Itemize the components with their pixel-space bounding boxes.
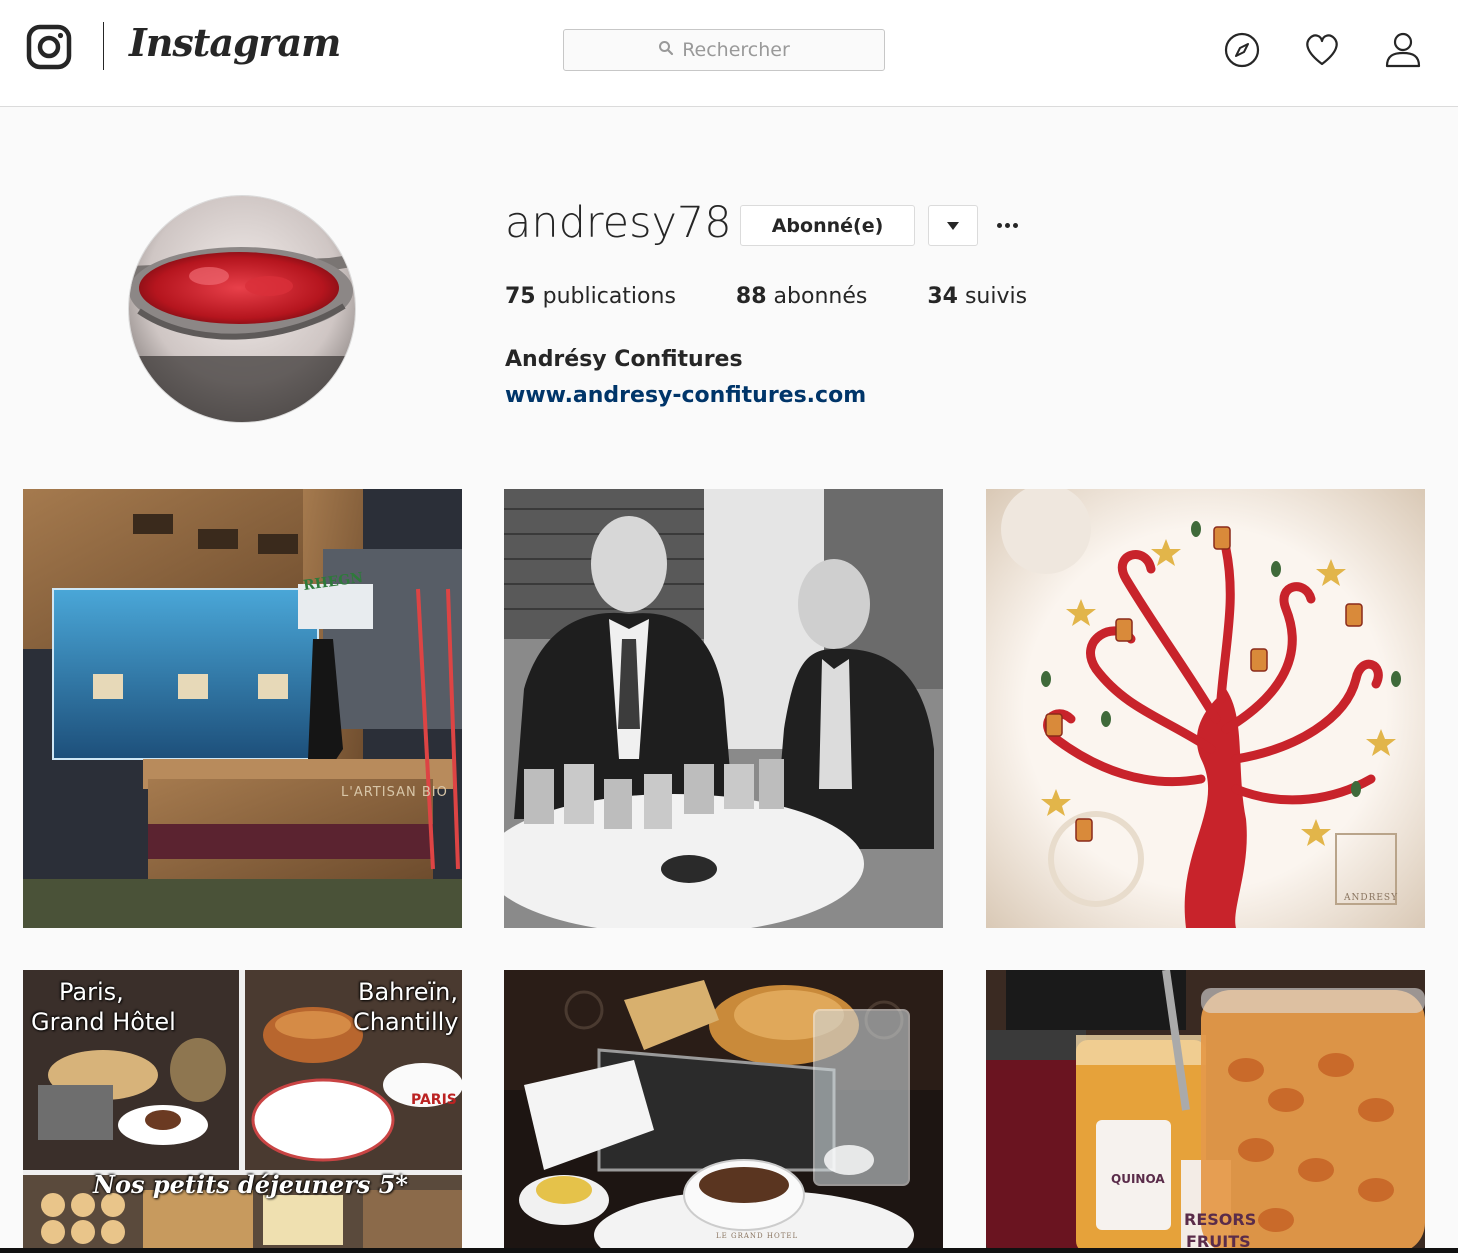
post-thumbnail[interactable]: ANDRESY [986, 489, 1425, 928]
following-stat[interactable]: 34 suivis [927, 284, 1027, 309]
photo-text: PARIS [411, 1092, 457, 1108]
compass-explore-icon[interactable] [1222, 30, 1262, 70]
following-label: suivis [964, 284, 1028, 309]
user-profile-icon[interactable] [1383, 30, 1423, 70]
post-thumbnail[interactable] [504, 489, 943, 928]
profile-website-link[interactable]: www.andresy-confitures.com [505, 383, 866, 408]
more-options-button[interactable] [990, 210, 1024, 240]
post-thumbnail[interactable]: RHEGN L'ARTISAN BIO [23, 489, 462, 928]
posts-label: publications [542, 284, 676, 309]
heart-activity-icon[interactable] [1302, 30, 1342, 70]
followers-count: 88 [735, 284, 767, 309]
post-thumbnail[interactable]: Paris, Grand Hôtel Bahreïn, Chantilly PA… [23, 970, 462, 1253]
profile-avatar[interactable] [128, 195, 356, 423]
bottom-edge [0, 1248, 1458, 1253]
photo-text: ANDRESY [1344, 893, 1399, 903]
photo-text: Paris, [59, 978, 124, 1006]
profile-full-name: Andrésy Confitures [505, 347, 743, 372]
search-icon [658, 39, 674, 61]
instagram-wordmark[interactable]: Instagram [129, 20, 341, 65]
posts-stat: 75 publications [505, 284, 676, 309]
dot-icon [1004, 222, 1010, 228]
posts-count: 75 [505, 284, 536, 309]
suggestions-dropdown-button[interactable] [928, 205, 978, 246]
dot-icon [1012, 222, 1018, 228]
search-input[interactable]: Rechercher [563, 29, 885, 71]
nav-divider [103, 22, 104, 70]
photo-text: QUINOA [1111, 1172, 1165, 1186]
dot-icon [996, 222, 1002, 228]
top-nav: Instagram Rechercher [0, 0, 1458, 107]
followers-label: abonnés [773, 284, 868, 309]
profile-stats: 75 publications 88 abonnés 34 suivis [505, 284, 1087, 309]
caret-down-icon [947, 221, 959, 230]
search-placeholder: Rechercher [682, 39, 790, 61]
photo-text: LE GRAND HOTEL [716, 1232, 799, 1240]
instagram-logo-icon[interactable] [26, 24, 72, 70]
photo-text: Bahreïn, [358, 978, 458, 1006]
following-button[interactable]: Abonné(e) [740, 205, 915, 246]
post-thumbnail[interactable]: LE GRAND HOTEL [504, 970, 943, 1253]
following-count: 34 [927, 284, 958, 309]
photo-text: Chantilly [353, 1008, 459, 1036]
photo-text: Grand Hôtel [31, 1008, 176, 1036]
photo-text: RESORS [1184, 1210, 1257, 1229]
photo-text: L'ARTISAN BIO [341, 785, 448, 800]
followers-stat[interactable]: 88 abonnés [736, 284, 867, 309]
post-thumbnail[interactable]: QUINOA RESORS FRUITS [986, 970, 1425, 1253]
photo-text: Nos petits déjeuners 5* [93, 1170, 408, 1199]
profile-username: andresy78 [505, 198, 732, 248]
